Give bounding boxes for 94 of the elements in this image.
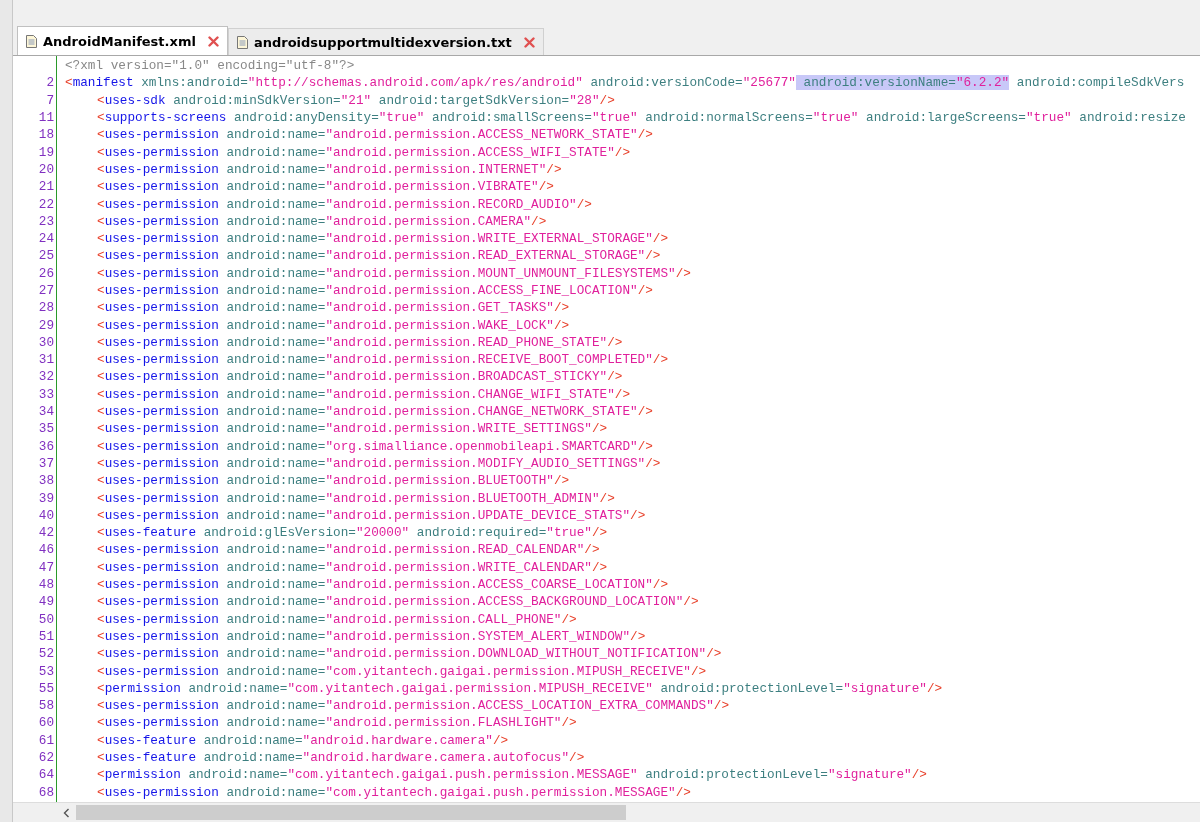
- line-number: 50: [38, 611, 55, 627]
- code-line: <uses-permission android:name="android.permission.MOUNT_UNMOUNT_FILESYSTEMS"/>: [97, 265, 691, 281]
- document-icon: [26, 34, 37, 48]
- line-number: 55: [38, 680, 55, 696]
- line-number: 36: [38, 438, 55, 454]
- line-number: 61: [38, 732, 55, 748]
- horizontal-scrollbar[interactable]: [13, 802, 1200, 822]
- line-number: 11: [38, 110, 55, 126]
- code-line: <uses-permission android:name="android.permission.SYSTEM_ALERT_WINDOW"/>: [97, 628, 646, 644]
- line-number: 28: [38, 300, 55, 316]
- code-line: <uses-permission android:name="android.permission.UPDATE_DEVICE_STATS"/>: [97, 507, 646, 523]
- code-line: <uses-permission android:name="com.yitantech.gaigai.permission.MIPUSH_RECEIVE"/>: [97, 663, 707, 679]
- code-line: <uses-permission android:name="android.permission.RECORD_AUDIO"/>: [97, 196, 592, 212]
- code-line: <uses-feature android:name="android.hardware.camera.autofocus"/>: [97, 750, 585, 765]
- code-line: <?xml version="1.0" encoding="utf-8"?>: [65, 58, 355, 74]
- code-line: <uses-permission android:name="com.yitantech.gaigai.push.permission.MESSAGE"/>: [97, 784, 691, 800]
- code-line: <uses-permission android:name="android.permission.BLUETOOTH"/>: [97, 473, 570, 489]
- line-number: 25: [38, 248, 55, 264]
- line-number: 49: [38, 594, 55, 610]
- code-line: <manifest xmlns:android="http://schemas.android.com/apk/res/android" android:versionCode="25677" android:versionName="6.2.2" android:compileSdkVers: [65, 75, 1185, 91]
- line-number: 58: [38, 698, 55, 714]
- line-number: 62: [38, 750, 55, 765]
- line-number: 52: [38, 646, 55, 662]
- code-line: <uses-permission android:name="android.permission.ACCESS_COARSE_LOCATION"/>: [97, 577, 669, 593]
- line-number: 37: [38, 455, 55, 471]
- document-icon: [236, 35, 248, 49]
- code-line: <uses-permission android:name="android.permission.READ_PHONE_STATE"/>: [97, 334, 623, 350]
- line-number: 60: [38, 715, 55, 731]
- line-number: 33: [38, 386, 55, 402]
- code-line: <uses-permission android:name="android.permission.ACCESS_BACKGROUND_LOCATION"/>: [97, 594, 699, 610]
- line-number: 40: [38, 507, 55, 523]
- code-line: <uses-permission android:name="android.permission.BROADCAST_STICKY"/>: [97, 369, 623, 385]
- line-number: 7: [46, 92, 55, 108]
- line-number: 29: [38, 317, 55, 333]
- close-icon[interactable]: [207, 35, 219, 47]
- line-number: 39: [38, 490, 55, 506]
- code-line: <uses-permission android:name="android.permission.ACCESS_NETWORK_STATE"/>: [97, 127, 653, 143]
- code-line: <uses-permission android:name="android.permission.READ_EXTERNAL_STORAGE"/>: [97, 248, 661, 264]
- line-number: 23: [38, 213, 55, 229]
- code-line: <uses-permission android:name="android.permission.READ_CALENDAR"/>: [97, 542, 600, 558]
- code-line: <uses-permission android:name="android.permission.VIBRATE"/>: [97, 179, 554, 195]
- code-line: <permission android:name="com.yitantech.gaigai.push.permission.MESSAGE" android:protectionLevel="signature"/>: [97, 767, 927, 783]
- line-number: 46: [38, 542, 55, 558]
- line-number: 68: [38, 784, 55, 800]
- code-line: <uses-permission android:name="android.permission.CHANGE_NETWORK_STATE"/>: [97, 404, 653, 420]
- line-number: 2: [46, 75, 55, 91]
- line-number: 64: [38, 767, 55, 783]
- line-number: 35: [38, 421, 55, 437]
- file-tab[interactable]: androidsupportmultidexversion.txt: [227, 28, 544, 55]
- code-line: <uses-permission android:name="android.permission.MODIFY_AUDIO_SETTINGS"/>: [97, 455, 661, 471]
- scroll-left-icon[interactable]: [63, 807, 70, 818]
- code-line: <uses-feature android:glEsVersion="20000" android:required="true"/>: [97, 525, 608, 541]
- line-number: 32: [38, 369, 55, 385]
- code-line: <uses-permission android:name="android.permission.FLASHLIGHT"/>: [97, 715, 577, 731]
- code-line: <uses-permission android:name="android.permission.RECEIVE_BOOT_COMPLETED"/>: [97, 352, 669, 368]
- code-line: <uses-permission android:name="android.permission.CALL_PHONE"/>: [97, 611, 577, 627]
- line-number: 53: [38, 663, 55, 679]
- code-line: <permission android:name="com.yitantech.gaigai.permission.MIPUSH_RECEIVE" android:protectionLevel="signature"/>: [97, 680, 943, 696]
- code-line: <uses-permission android:name="android.permission.INTERNET"/>: [97, 161, 562, 177]
- code-line: <uses-permission android:name="android.permission.ACCESS_WIFI_STATE"/>: [97, 144, 630, 160]
- code-line: <uses-permission android:name="android.permission.ACCESS_LOCATION_EXTRA_COMMANDS"/>: [97, 698, 729, 714]
- code-line: <uses-feature android:name="android.hardware.camera"/>: [97, 732, 509, 748]
- file-tab[interactable]: AndroidManifest.xml: [17, 26, 228, 55]
- line-number: 24: [38, 231, 55, 247]
- code-line: <uses-permission android:name="org.simalliance.openmobileapi.SMARTCARD"/>: [97, 438, 653, 454]
- line-number: 34: [38, 404, 55, 420]
- code-editor[interactable]: [13, 56, 1200, 822]
- code-line: <uses-permission android:name="android.permission.CAMERA"/>: [97, 213, 547, 229]
- line-number: 27: [38, 283, 55, 298]
- line-number: 26: [38, 265, 55, 281]
- line-number: 51: [38, 628, 55, 644]
- line-number: 20: [38, 161, 55, 177]
- line-number: 21: [38, 179, 55, 195]
- code-line: <supports-screens android:anyDensity="true" android:smallScreens="true" android:normalScreens="true" android:largeScreens="true" android:resize: [97, 110, 1186, 126]
- line-number: 47: [38, 559, 55, 575]
- line-number: 19: [38, 144, 55, 160]
- code-line: <uses-permission android:name="android.permission.GET_TASKS"/>: [97, 300, 570, 316]
- code-line: <uses-permission android:name="android.permission.WAKE_LOCK"/>: [97, 317, 570, 333]
- line-number: 31: [38, 352, 55, 368]
- code-line: <uses-permission android:name="android.permission.WRITE_EXTERNAL_STORAGE"/>: [97, 231, 669, 247]
- code-line: <uses-permission android:name="android.permission.CHANGE_WIFI_STATE"/>: [97, 386, 630, 402]
- code-line: <uses-permission android:name="android.permission.WRITE_SETTINGS"/>: [97, 421, 608, 437]
- code-line: <uses-permission android:name="android.permission.WRITE_CALENDAR"/>: [97, 559, 608, 575]
- code-line: <uses-permission android:name="android.permission.DOWNLOAD_WITHOUT_NOTIFICATION"/>: [97, 646, 722, 662]
- line-number: 22: [38, 196, 55, 212]
- line-number: 38: [38, 473, 55, 489]
- line-number: 48: [38, 577, 55, 593]
- line-number: 42: [38, 525, 55, 541]
- code-line: <uses-permission android:name="android.permission.ACCESS_FINE_LOCATION"/>: [97, 283, 653, 298]
- close-icon[interactable]: [523, 36, 535, 48]
- code-line: <uses-permission android:name="android.permission.BLUETOOTH_ADMIN"/>: [97, 490, 615, 506]
- code-line: <uses-sdk android:minSdkVersion="21" android:targetSdkVersion="28"/>: [97, 92, 615, 108]
- line-number: 30: [38, 334, 55, 350]
- line-number: 18: [38, 127, 55, 143]
